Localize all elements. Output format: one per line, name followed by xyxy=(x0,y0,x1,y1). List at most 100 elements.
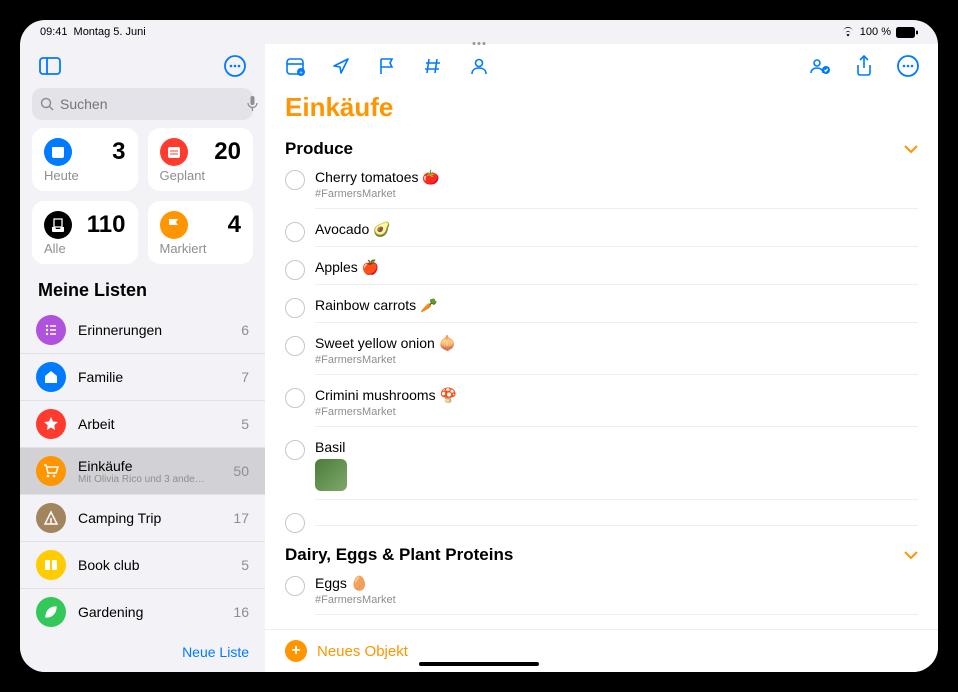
list-count: 5 xyxy=(241,557,249,573)
smart-label: Markiert xyxy=(160,241,242,256)
tray-icon xyxy=(44,211,72,239)
search-input[interactable] xyxy=(32,88,253,120)
multitask-dots-icon[interactable] xyxy=(473,42,486,45)
toolbar-more-icon[interactable] xyxy=(894,52,922,80)
sidebar-list-item[interactable]: Camping Trip 17 xyxy=(20,495,265,542)
reminder-title: Crimini mushrooms 🍄 xyxy=(315,387,918,404)
svg-text:+: + xyxy=(299,71,303,77)
checkbox[interactable] xyxy=(285,170,305,190)
list-icon xyxy=(36,315,66,345)
search-icon xyxy=(40,97,54,111)
more-options-icon[interactable] xyxy=(221,52,249,80)
smart-count: 4 xyxy=(228,211,241,239)
status-bar: 09:41 Montag 5. Juni 100 % xyxy=(20,20,938,44)
book-icon xyxy=(36,550,66,580)
smart-card-markiert[interactable]: 4 Markiert xyxy=(148,201,254,264)
list-name: Arbeit xyxy=(78,416,229,432)
reminders-content: Produce Cherry tomatoes 🍅 #FarmersMarket… xyxy=(265,133,938,629)
sidebar-list-item[interactable]: Book club 5 xyxy=(20,542,265,589)
reminder-title: Apples 🍎 xyxy=(315,259,918,276)
flag-icon xyxy=(160,211,188,239)
sidebar-list-item[interactable]: Familie 7 xyxy=(20,354,265,401)
status-date: Montag 5. Juni xyxy=(74,26,146,38)
status-time: 09:41 xyxy=(40,26,68,38)
reminder-title: Eggs 🥚 xyxy=(315,575,918,592)
chevron-down-icon[interactable] xyxy=(904,551,918,559)
add-reminder-icon[interactable]: + xyxy=(285,640,307,662)
reminder-title: Basil xyxy=(315,439,918,455)
smart-label: Geplant xyxy=(160,168,242,183)
toolbar-flag-icon[interactable] xyxy=(373,52,401,80)
checkbox[interactable] xyxy=(285,260,305,280)
section-title: Dairy, Eggs & Plant Proteins xyxy=(285,545,513,565)
reminder-row[interactable]: Rainbow carrots 🥕 xyxy=(273,291,938,329)
smart-count: 3 xyxy=(112,138,125,166)
checkbox[interactable] xyxy=(285,298,305,318)
reminder-row[interactable]: Avocado 🥑 xyxy=(273,215,938,253)
reminder-row[interactable]: Sweet yellow onion 🧅 #FarmersMarket xyxy=(273,329,938,381)
chevron-down-icon[interactable] xyxy=(904,145,918,153)
list-count: 7 xyxy=(241,369,249,385)
reminder-tag: #FarmersMarket xyxy=(315,354,918,366)
reminder-tag: #FarmersMarket xyxy=(315,594,918,606)
list-name: Erinnerungen xyxy=(78,322,229,338)
toolbar-person-icon[interactable] xyxy=(465,52,493,80)
tent-icon xyxy=(36,503,66,533)
list-count: 17 xyxy=(233,510,249,526)
search-field[interactable] xyxy=(60,96,241,112)
reminder-row[interactable]: Cherry tomatoes 🍅 #FarmersMarket xyxy=(273,163,938,215)
calendar-icon xyxy=(44,138,72,166)
toolbar-calendar-icon[interactable]: + xyxy=(281,52,309,80)
toolbar-hashtag-icon[interactable] xyxy=(419,52,447,80)
smart-card-alle[interactable]: 110 Alle xyxy=(32,201,138,264)
checkbox[interactable] xyxy=(285,222,305,242)
reminder-title: Avocado 🥑 xyxy=(315,221,918,238)
checkbox[interactable] xyxy=(285,576,305,596)
reminder-tag: #FarmersMarket xyxy=(315,188,918,200)
smart-count: 110 xyxy=(87,211,126,239)
sidebar-list-item[interactable]: Gardening 16 xyxy=(20,589,265,634)
reminder-title: Cherry tomatoes 🍅 xyxy=(315,169,918,186)
list-name: Einkäufe Mit Olivia Rico und 3 ande… xyxy=(78,458,221,485)
checkbox[interactable] xyxy=(285,388,305,408)
battery-text: 100 % xyxy=(860,26,891,38)
lists-container: Erinnerungen 6 Familie 7 Arbeit 5 Einkäu… xyxy=(20,307,265,634)
checkbox[interactable] xyxy=(285,440,305,460)
list-title: Einkäufe xyxy=(265,88,938,133)
reminder-row[interactable]: Basil xyxy=(273,433,938,506)
reminder-row[interactable]: Apples 🍎 xyxy=(273,253,938,291)
new-reminder-button[interactable]: Neues Objekt xyxy=(317,643,408,660)
list-name: Book club xyxy=(78,557,229,573)
sidebar-list-item[interactable]: Arbeit 5 xyxy=(20,401,265,448)
toolbar-share-icon[interactable] xyxy=(850,52,878,80)
checkbox[interactable] xyxy=(285,513,305,533)
toolbar-collaborate-icon[interactable] xyxy=(806,52,834,80)
list-name: Camping Trip xyxy=(78,510,221,526)
sidebar-list-item[interactable]: Erinnerungen 6 xyxy=(20,307,265,354)
smart-label: Heute xyxy=(44,168,126,183)
smart-count: 20 xyxy=(214,138,241,166)
house-icon xyxy=(36,362,66,392)
reminder-row[interactable]: Crimini mushrooms 🍄 #FarmersMarket xyxy=(273,381,938,433)
my-lists-header: Meine Listen xyxy=(20,276,265,307)
reminder-title: Rainbow carrots 🥕 xyxy=(315,297,918,314)
sidebar-list-item[interactable]: Einkäufe Mit Olivia Rico und 3 ande… 50 xyxy=(20,448,265,495)
sidebar: 3 Heute 20 Geplant 110 Alle 4 Markiert M… xyxy=(20,44,265,672)
reminder-row-empty[interactable] xyxy=(273,506,938,539)
reminder-thumbnail[interactable] xyxy=(315,459,347,491)
calendar-lines-icon xyxy=(160,138,188,166)
smart-card-geplant[interactable]: 20 Geplant xyxy=(148,128,254,191)
checkbox[interactable] xyxy=(285,336,305,356)
new-list-button[interactable]: Neue Liste xyxy=(182,644,249,660)
mic-icon[interactable] xyxy=(247,96,258,112)
home-indicator[interactable] xyxy=(419,662,539,666)
list-count: 6 xyxy=(241,322,249,338)
section-title: Produce xyxy=(285,139,353,159)
sidebar-toggle-icon[interactable] xyxy=(36,52,64,80)
toolbar-location-icon[interactable] xyxy=(327,52,355,80)
reminder-title: Sweet yellow onion 🧅 xyxy=(315,335,918,352)
wifi-icon xyxy=(841,27,855,37)
reminder-row[interactable]: Eggs 🥚 #FarmersMarket xyxy=(273,569,938,621)
smart-card-heute[interactable]: 3 Heute xyxy=(32,128,138,191)
smart-label: Alle xyxy=(44,241,126,256)
